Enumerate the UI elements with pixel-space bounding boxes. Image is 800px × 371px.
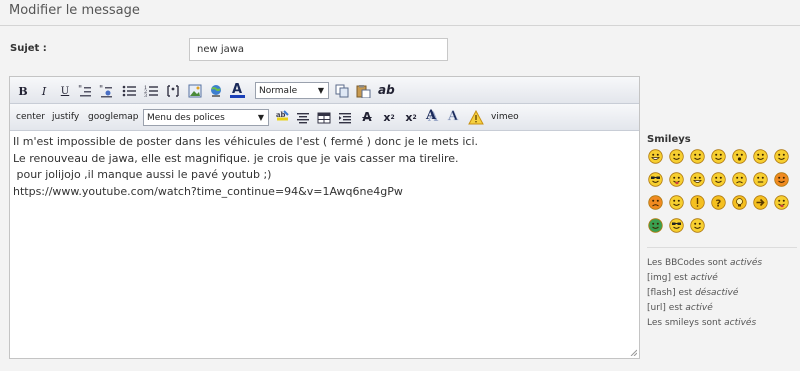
svg-text:A: A (425, 108, 437, 123)
message-textarea[interactable]: Il m'est impossible de poster dans les v… (10, 132, 639, 358)
roll-eyes-smiley-icon[interactable] (753, 149, 768, 164)
tongue-wink-smiley-icon[interactable] (774, 195, 789, 210)
sick-smiley-icon[interactable] (648, 218, 663, 233)
font-family-select-value: Menu des polices (147, 112, 225, 123)
grin-smiley-icon[interactable] (648, 149, 663, 164)
image-icon[interactable] (188, 83, 202, 99)
idea-smiley-icon[interactable] (732, 195, 747, 210)
smile-smiley-icon[interactable] (669, 149, 684, 164)
warning-icon[interactable] (468, 109, 484, 125)
url-status-line: [url] est activé (647, 303, 713, 313)
font-glow-icon[interactable]: A (447, 108, 462, 124)
googlemap-button[interactable]: googlemap (88, 112, 138, 122)
smileys-title: Smileys (647, 134, 691, 145)
quote-icon[interactable]: " (78, 83, 92, 99)
svg-text:": " (99, 85, 103, 95)
spellcheck-button[interactable]: ab (378, 82, 395, 98)
list-item-icon[interactable] (166, 83, 180, 99)
font-size-select[interactable]: Normale ▼ (255, 82, 329, 99)
toolbar-row-2: center justify googlemap Menu des police… (10, 104, 639, 131)
message-line: https://www.youtube.com/watch?time_conti… (13, 184, 403, 198)
flash-status-line: [flash] est désactivé (647, 288, 739, 298)
svg-text:?: ? (716, 199, 722, 210)
happy-smiley-icon[interactable] (711, 149, 726, 164)
font-size-select-value: Normale (259, 85, 298, 96)
italic-button[interactable]: I (37, 83, 51, 99)
svg-text:3: 3 (144, 93, 147, 98)
page-title: Modifier le message (9, 3, 140, 18)
title-divider (0, 25, 800, 26)
copy-icon[interactable] (335, 83, 349, 99)
chevron-down-icon: ▼ (317, 86, 324, 95)
font-color-icon[interactable]: A (230, 82, 245, 98)
svg-text:A: A (232, 82, 242, 97)
highlight-icon[interactable]: ab (275, 109, 290, 125)
quote-user-icon[interactable]: " (99, 83, 113, 99)
table-icon[interactable] (317, 110, 331, 126)
blush-smiley-icon[interactable] (690, 149, 705, 164)
bbcode-status-line: Les BBCodes sont activés (647, 258, 763, 268)
message-editor: B I U " " 123 A Normale ▼ ab center just… (9, 76, 640, 359)
superscript-icon[interactable]: x2 (382, 109, 396, 125)
img-status-line: [img] est activé (647, 273, 718, 283)
evil-smiley-icon[interactable] (774, 172, 789, 187)
font-shadow-icon[interactable]: AA (425, 108, 440, 125)
sad-smiley-icon[interactable] (732, 172, 747, 187)
paste-icon[interactable] (356, 83, 371, 99)
arrow-smiley-icon[interactable] (753, 195, 768, 210)
toolbar-row-1: B I U " " 123 A Normale ▼ ab (10, 77, 639, 104)
cool-smiley-icon[interactable] (648, 172, 663, 187)
subject-input[interactable] (189, 38, 448, 61)
underline-button[interactable]: U (58, 83, 72, 99)
confused-smiley-icon[interactable] (669, 195, 684, 210)
pleased-smiley-icon[interactable] (774, 149, 789, 164)
numbered-list-icon[interactable]: 123 (144, 83, 158, 99)
chevron-down-icon: ▼ (257, 113, 264, 122)
surprised-smiley-icon[interactable] (732, 149, 747, 164)
laugh-smiley-icon[interactable] (690, 172, 705, 187)
smileys-status-line: Les smileys sont activés (647, 318, 757, 328)
center-button[interactable]: center (16, 112, 45, 122)
svg-text:": " (78, 85, 82, 95)
neutral-smiley-icon[interactable] (753, 172, 768, 187)
message-line: Il m'est impossible de poster dans les v… (13, 135, 478, 148)
bold-button[interactable]: B (16, 83, 30, 99)
resize-handle-icon[interactable] (630, 349, 637, 356)
link-globe-icon[interactable] (209, 83, 223, 99)
mad-smiley-icon[interactable] (648, 195, 663, 210)
subscript-icon[interactable]: x2 (404, 109, 418, 125)
crazy-smiley-icon[interactable] (690, 218, 705, 233)
vimeo-button[interactable]: vimeo (491, 112, 519, 122)
indent-icon[interactable] (338, 110, 352, 126)
question-smiley-icon[interactable]: ? (711, 195, 726, 210)
svg-text:A: A (447, 109, 459, 124)
glasses-smiley-icon[interactable] (669, 218, 684, 233)
message-line: Le renouveau de jawa, elle est magnifiqu… (13, 151, 459, 165)
tongue-smiley-icon[interactable] (669, 172, 684, 187)
align-center-icon[interactable] (296, 110, 310, 126)
justify-button[interactable]: justify (52, 112, 79, 122)
exclaim-smiley-icon[interactable] (690, 195, 705, 210)
sidebar-divider (647, 247, 797, 248)
message-line: pour jolijojo ,il manque aussi le pavé y… (13, 168, 272, 181)
wink-smiley-icon[interactable] (711, 172, 726, 187)
bullet-list-icon[interactable] (122, 83, 136, 99)
subject-label: Sujet : (10, 43, 47, 54)
font-family-select[interactable]: Menu des polices ▼ (143, 109, 269, 126)
strikethrough-icon[interactable]: A (360, 109, 374, 125)
